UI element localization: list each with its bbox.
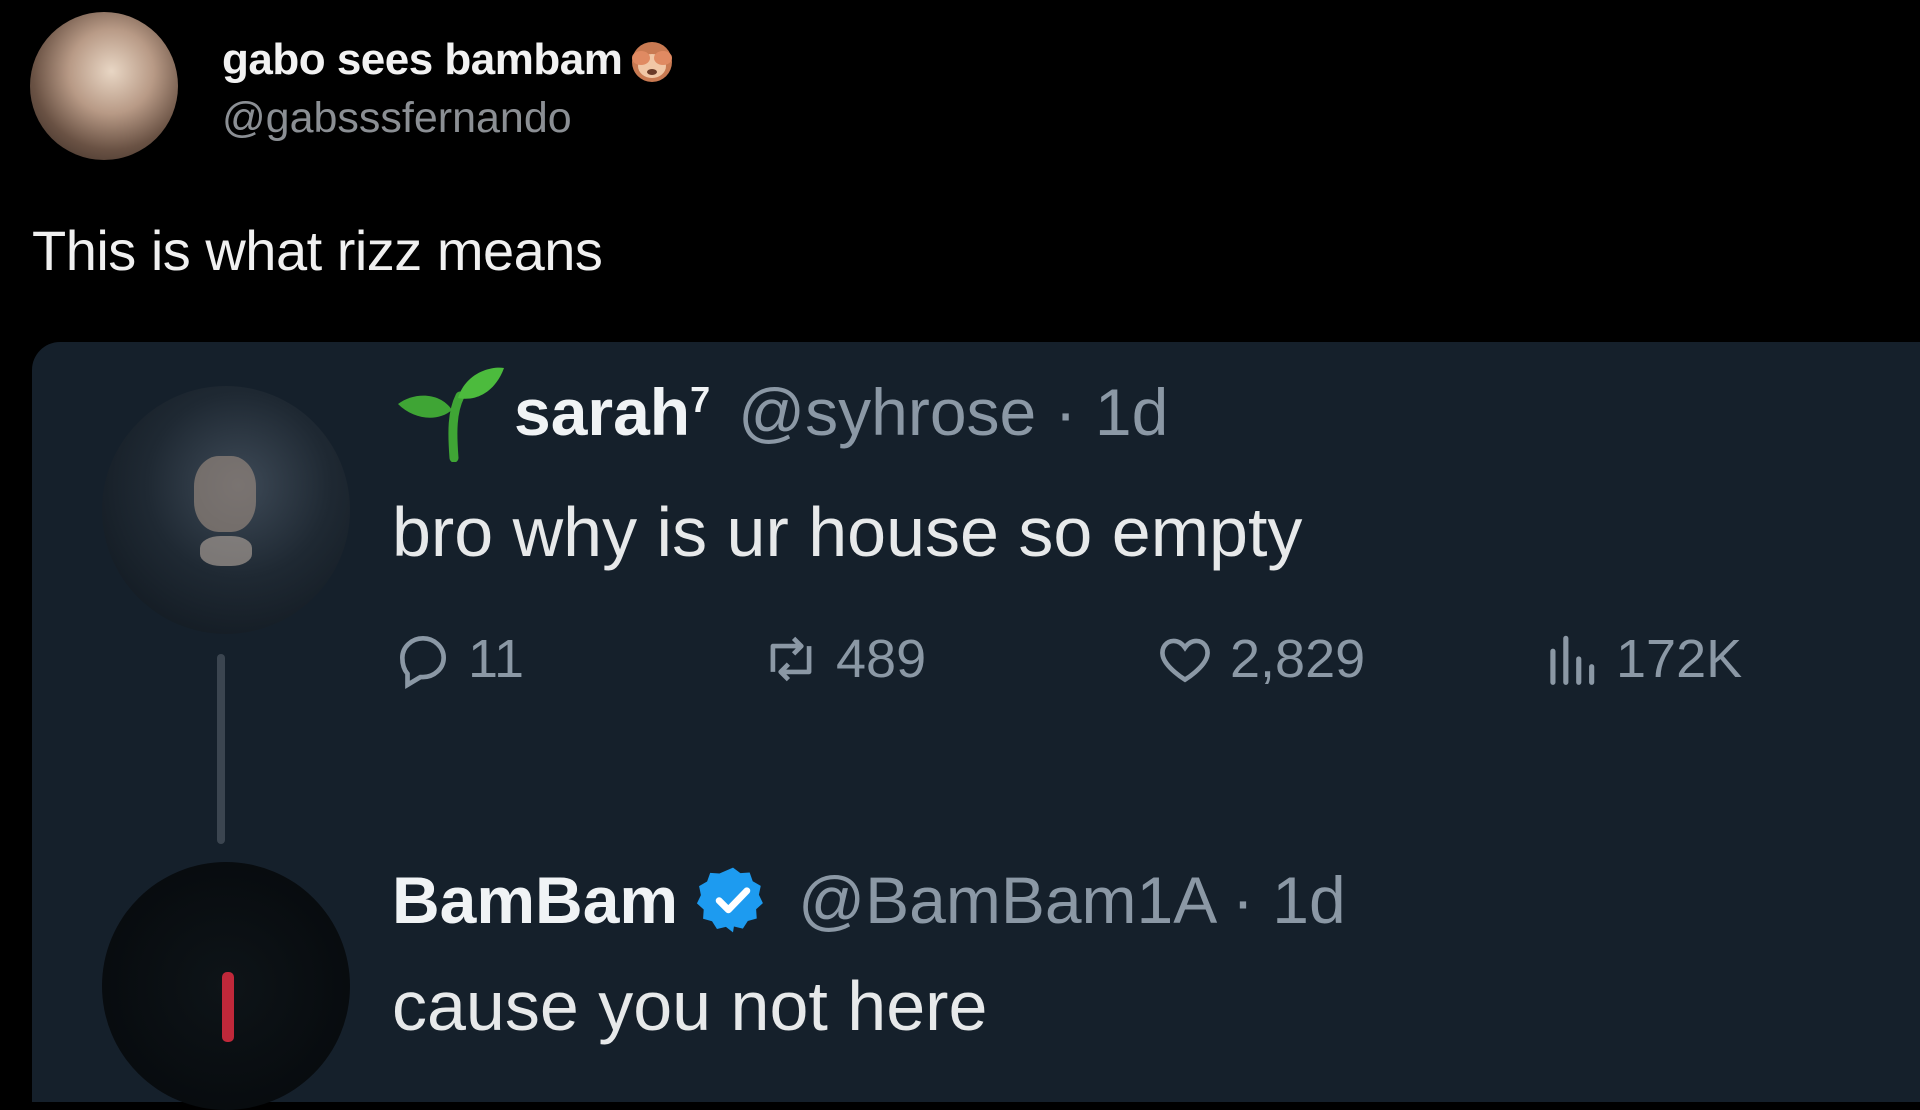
avatar-bambam[interactable] bbox=[102, 862, 350, 1110]
author-name-text[interactable]: gabo sees bambam bbox=[222, 35, 623, 85]
heart-icon bbox=[1160, 638, 1210, 683]
verified-badge-icon bbox=[697, 867, 764, 933]
reply-icon bbox=[400, 636, 446, 689]
retweet-button[interactable]: 489 bbox=[760, 628, 926, 690]
display-name[interactable]: sarah7 bbox=[514, 374, 710, 450]
avatar-sarah[interactable] bbox=[102, 386, 350, 634]
bambam-tweet-text: cause you not here bbox=[392, 967, 988, 1045]
handle-and-time[interactable]: @BamBam1A · 1d bbox=[798, 862, 1346, 938]
like-count: 2,829 bbox=[1230, 629, 1366, 689]
thread-connector-line bbox=[217, 654, 225, 844]
bar-chart-icon bbox=[1550, 635, 1595, 685]
tweet-text: This is what rizz means bbox=[32, 219, 603, 282]
reply-button[interactable]: 11 bbox=[392, 628, 524, 690]
avatar-figure bbox=[222, 972, 234, 1042]
bambam-tweet-header: BamBam @BamBam1A · 1d bbox=[392, 862, 1346, 938]
handle-and-time[interactable]: @syhrose · 1d bbox=[738, 374, 1168, 450]
retweet-icon bbox=[770, 636, 812, 682]
outer-tweet-header: gabo sees bambam @gabsssfernando bbox=[30, 12, 678, 160]
avatar-hands bbox=[200, 536, 252, 566]
reply-count: 11 bbox=[468, 629, 525, 689]
display-name-superscript: 7 bbox=[690, 379, 711, 420]
retweet-count: 489 bbox=[836, 629, 927, 689]
reply-tweet-header: sarah7 @syhrose · 1d bbox=[392, 362, 1168, 462]
author-handle[interactable]: @gabsssfernando bbox=[222, 94, 678, 143]
avatar-face bbox=[194, 456, 256, 532]
reply-tweet-text: bro why is ur house so empty bbox=[392, 493, 1303, 571]
quoted-tweet-card[interactable]: sarah7 @syhrose · 1d bro why is ur house… bbox=[32, 342, 1920, 1110]
author-names: gabo sees bambam @gabsssfernando bbox=[222, 34, 678, 143]
see-no-evil-monkey-icon bbox=[632, 41, 673, 82]
display-name-text[interactable]: sarah bbox=[514, 375, 690, 449]
views-button[interactable]: 172K bbox=[1540, 628, 1742, 690]
author-name[interactable]: gabo sees bambam bbox=[222, 34, 678, 86]
display-name[interactable]: BamBam bbox=[392, 862, 678, 938]
seedling-icon bbox=[398, 367, 504, 462]
like-button[interactable]: 2,829 bbox=[1154, 628, 1365, 690]
view-count: 172K bbox=[1616, 629, 1743, 689]
tweet-action-bar: 11 489 2,829 172K bbox=[392, 628, 1842, 708]
avatar[interactable] bbox=[30, 12, 178, 160]
